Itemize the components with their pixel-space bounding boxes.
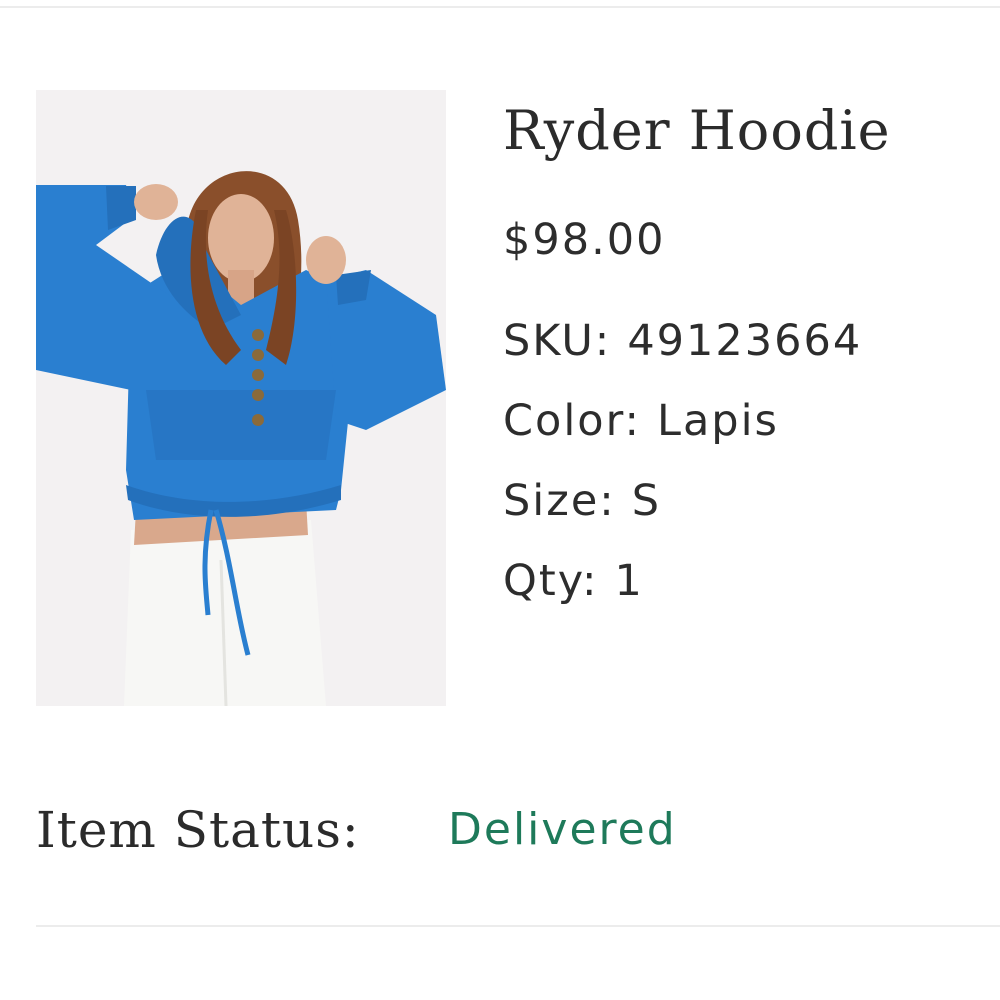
item-status-value: Delivered [448,804,677,855]
size-value: S [631,476,662,526]
bottom-divider [36,925,1000,927]
product-quantity: Qty: 1 [503,553,644,609]
qty-value: 1 [614,556,644,606]
color-label: Color: [503,396,641,446]
product-price: $98.00 [503,215,666,265]
item-status-row: Item Status: Delivered [36,798,675,862]
product-title[interactable]: Ryder Hoodie [503,96,891,166]
qty-label: Qty: [503,556,599,606]
product-size: Size: S [503,473,661,529]
size-label: Size: [503,476,616,526]
product-image[interactable] [36,90,446,706]
hoodie-photo-icon [36,90,446,706]
top-divider [0,6,1000,8]
product-sku: SKU: 49123664 [503,313,862,369]
color-value: Lapis [657,396,779,446]
sku-value: 49123664 [627,316,863,366]
sku-label: SKU: [503,316,612,366]
product-color: Color: Lapis [503,393,779,449]
item-status-label: Item Status: [36,801,360,859]
